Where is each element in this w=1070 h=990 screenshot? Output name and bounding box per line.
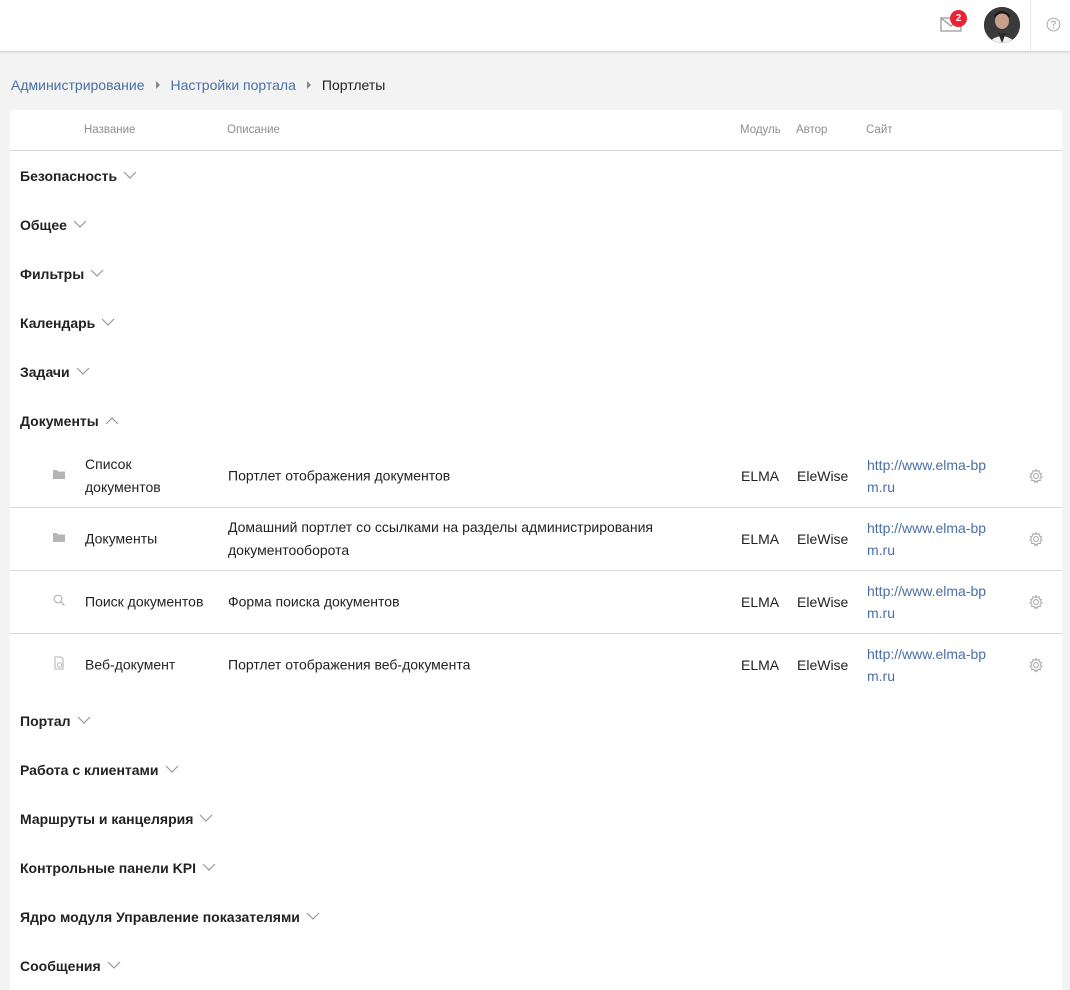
group-label: Работа с клиентами xyxy=(20,761,159,778)
divider xyxy=(1030,0,1031,51)
column-site[interactable]: Сайт xyxy=(866,124,893,136)
group-label: Сообщения xyxy=(20,957,101,974)
portlets-panel: Название Описание Модуль Автор Сайт Безо… xyxy=(10,110,1062,990)
portlet-site-link[interactable]: http://www.elma-bpm.ru xyxy=(867,517,997,561)
chevron-down-icon xyxy=(107,961,121,969)
portlet-author: EleWise xyxy=(797,594,849,610)
table-row[interactable]: Поиск документов Форма поиска документов E… xyxy=(10,571,1062,634)
portlet-name[interactable]: Поиск документов xyxy=(85,591,205,614)
group-label: Портал xyxy=(20,712,71,729)
group-label: Маршруты и канцелярия xyxy=(20,810,194,827)
group-item[interactable]: Задачи xyxy=(10,347,1062,396)
web-document-icon xyxy=(52,656,66,670)
column-author[interactable]: Автор xyxy=(796,124,827,136)
portlet-description: Домашний портлет со ссылками на разделы … xyxy=(228,519,653,558)
group-documents[interactable]: Документы xyxy=(10,396,1062,445)
portlet-name[interactable]: Веб-документ xyxy=(85,654,205,677)
top-bar: 2 xyxy=(0,0,1070,52)
chevron-down-icon xyxy=(306,912,320,920)
folder-icon xyxy=(52,467,66,481)
portlet-name[interactable]: Документы xyxy=(85,528,205,551)
column-name[interactable]: Название xyxy=(84,124,135,136)
portlet-author: EleWise xyxy=(797,657,849,673)
chevron-down-icon xyxy=(73,220,87,228)
question-circle-icon[interactable] xyxy=(1046,17,1061,32)
group-item[interactable]: Общее xyxy=(10,200,1062,249)
portlet-name[interactable]: Список документов xyxy=(85,453,205,499)
breadcrumb-current: Портлеты xyxy=(321,77,386,93)
search-icon xyxy=(52,593,66,607)
portlet-description: Портлет отображения веб-документа xyxy=(228,656,471,673)
chevron-down-icon xyxy=(123,171,137,179)
portlet-site-link[interactable]: http://www.elma-bpm.ru xyxy=(867,580,997,624)
group-label: Документы xyxy=(20,412,99,429)
breadcrumb-administration[interactable]: Администрирование xyxy=(11,77,145,93)
group-item[interactable]: Работа с клиентами xyxy=(10,745,1062,794)
avatar[interactable] xyxy=(984,7,1020,43)
group-item[interactable]: Календарь xyxy=(10,298,1062,347)
portlet-module: ELMA xyxy=(741,657,780,673)
group-label: Задачи xyxy=(20,363,70,380)
portlet-author: EleWise xyxy=(797,531,849,547)
gear-icon[interactable] xyxy=(1028,531,1044,547)
group-label: Безопасность xyxy=(20,167,118,184)
portlet-author: EleWise xyxy=(797,468,849,484)
portlet-module: ELMA xyxy=(741,468,780,484)
portlet-site-link[interactable]: http://www.elma-bpm.ru xyxy=(867,643,997,687)
breadcrumb-separator-icon xyxy=(155,81,160,89)
gear-icon[interactable] xyxy=(1028,594,1044,610)
chevron-down-icon xyxy=(101,318,115,326)
portlet-description: Портлет отображения документов xyxy=(228,467,451,484)
chevron-up-icon xyxy=(105,417,119,425)
breadcrumb-separator-icon xyxy=(306,81,311,89)
breadcrumb: Администрирование Настройки портала Порт… xyxy=(11,75,385,95)
group-item[interactable]: Портал xyxy=(10,696,1062,745)
chevron-down-icon xyxy=(77,716,90,724)
chevron-down-icon xyxy=(199,814,213,822)
portlet-description: Форма поиска документов xyxy=(228,593,400,610)
group-item[interactable]: Безопасность xyxy=(10,151,1062,200)
column-description[interactable]: Описание xyxy=(227,124,280,136)
group-item[interactable]: Маршруты и канцелярия xyxy=(10,794,1062,843)
group-item[interactable]: Ядро модуля Управление показателями xyxy=(10,892,1062,941)
group-label: Контрольные панели KPI xyxy=(20,859,196,876)
table-row[interactable]: Список документов Портлет отображения док… xyxy=(10,445,1062,508)
table-header: Название Описание Модуль Автор Сайт xyxy=(10,110,1062,151)
documents-rows: Список документов Портлет отображения док… xyxy=(10,445,1062,696)
group-label: Общее xyxy=(20,216,67,233)
breadcrumb-portal-settings[interactable]: Настройки портала xyxy=(171,77,296,93)
table-row[interactable]: Веб-документ Портлет отображения веб-доку… xyxy=(10,634,1062,696)
portlet-module: ELMA xyxy=(741,594,780,610)
group-label: Ядро модуля Управление показателями xyxy=(20,908,300,925)
group-item[interactable]: Фильтры xyxy=(10,249,1062,298)
table-row[interactable]: Документы Домашний портлет со ссылками на… xyxy=(10,508,1062,571)
group-label: Календарь xyxy=(20,314,96,331)
gear-icon[interactable] xyxy=(1028,657,1044,673)
column-module[interactable]: Модуль xyxy=(740,124,781,136)
portlet-module: ELMA xyxy=(741,531,780,547)
chevron-down-icon xyxy=(165,765,178,773)
mail-count-badge: 2 xyxy=(950,10,967,27)
folder-icon xyxy=(52,530,66,544)
chevron-down-icon xyxy=(90,269,104,277)
chevron-down-icon xyxy=(202,863,216,871)
group-item[interactable]: Контрольные панели KPI xyxy=(10,843,1062,892)
group-label: Фильтры xyxy=(20,265,85,282)
gear-icon[interactable] xyxy=(1028,468,1044,484)
portlet-site-link[interactable]: http://www.elma-bpm.ru xyxy=(867,454,997,498)
chevron-down-icon xyxy=(76,367,90,375)
group-item[interactable]: Сообщения xyxy=(10,941,1062,990)
